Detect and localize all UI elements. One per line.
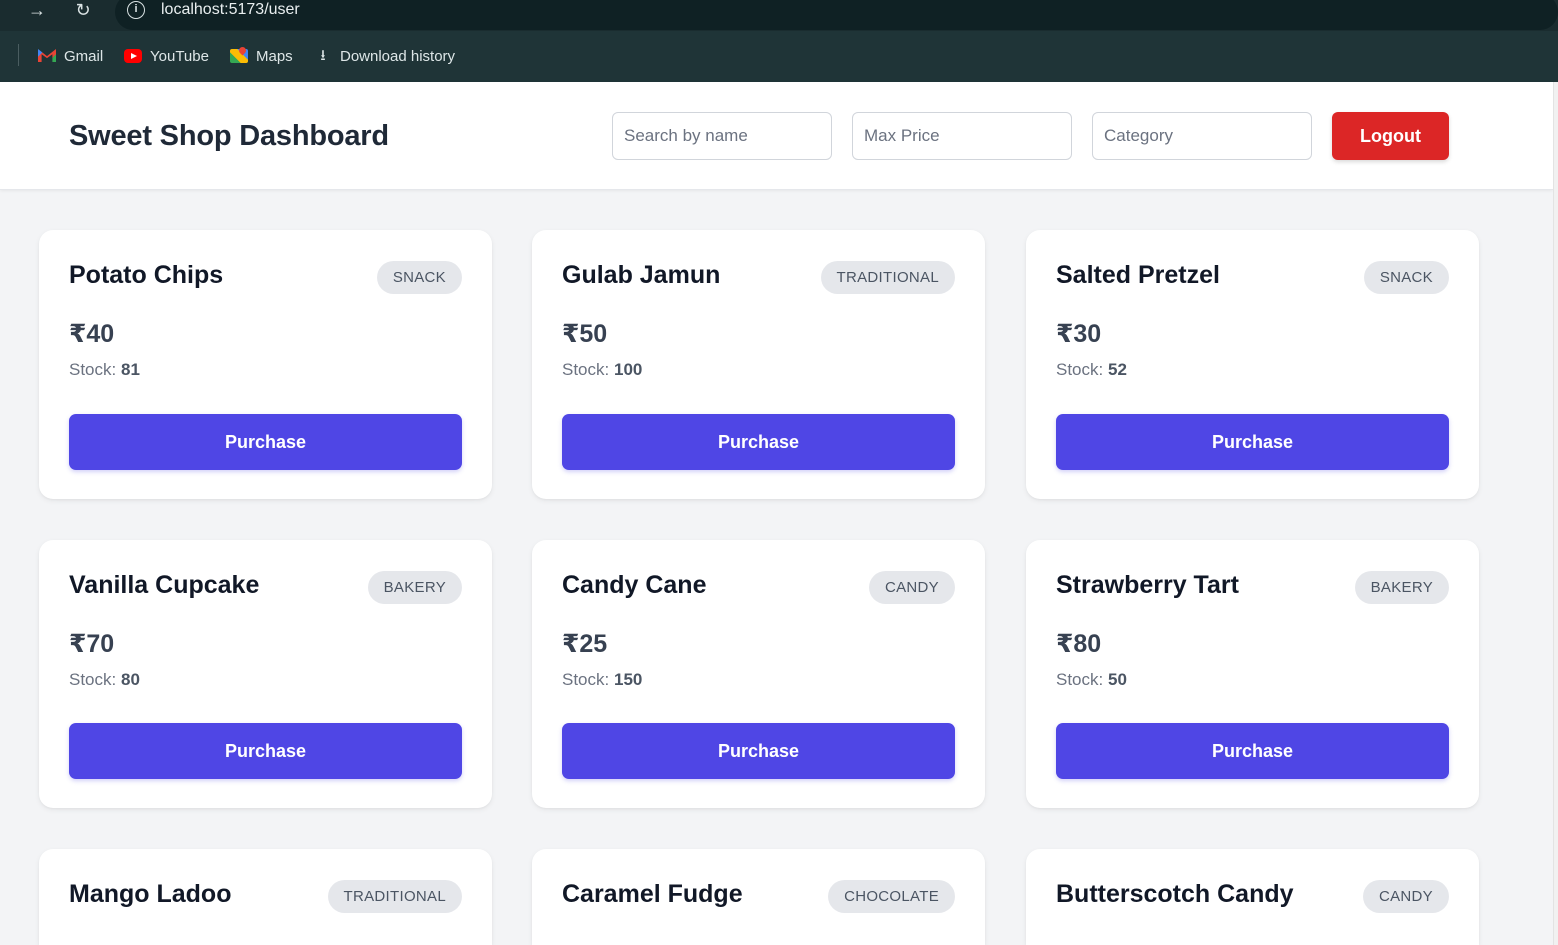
sweet-price: ₹30 [1056,320,1102,348]
sweet-name: Vanilla Cupcake [69,571,260,599]
stock-label: Stock: [1056,360,1104,379]
stock-info: Stock: 150 [562,670,642,690]
stock-label: Stock: [562,360,610,379]
sweet-name: Mango Ladoo [69,880,232,908]
maps-icon [230,49,248,63]
site-info-icon[interactable]: i [127,1,145,19]
category-badge: TRADITIONAL [327,880,462,913]
stock-label: Stock: [69,360,117,379]
sweet-name: Gulab Jamun [562,261,721,289]
bookmark-label: YouTube [150,47,209,65]
stock-count: 50 [1107,670,1127,689]
sweet-card: Mango Ladoo TRADITIONAL [39,849,492,945]
sweet-card: Vanilla Cupcake BAKERY ₹70 Stock: 80 Pur… [39,540,492,808]
sweet-card: Butterscotch Candy CANDY [1026,849,1479,945]
purchase-button[interactable]: Purchase [562,414,955,470]
url-text[interactable]: localhost:5173/user [161,1,300,19]
stock-count: 81 [120,360,140,379]
category-badge: CANDY [1362,880,1449,913]
sweet-card: Caramel Fudge CHOCOLATE [532,849,985,945]
category-input[interactable] [1092,112,1312,160]
stock-count: 52 [1107,360,1127,379]
stock-info: Stock: 81 [69,360,140,380]
bookmark-youtube[interactable]: YouTube [124,46,209,66]
sweet-card: Potato Chips SNACK ₹40 Stock: 81 Purchas… [39,230,492,499]
stock-info: Stock: 80 [69,670,140,690]
bookmark-download-history[interactable]: ⭳ Download history [314,46,455,66]
stock-count: 150 [613,670,643,689]
sweet-price: ₹70 [69,630,115,658]
sweet-price: ₹50 [562,320,608,348]
purchase-button[interactable]: Purchase [1056,414,1449,470]
app-header: Sweet Shop Dashboard Logout [0,82,1553,190]
sweet-card: Strawberry Tart BAKERY ₹80 Stock: 50 Pur… [1026,540,1479,808]
logout-button[interactable]: Logout [1332,112,1449,160]
youtube-icon [124,49,142,63]
purchase-button[interactable]: Purchase [1056,723,1449,779]
gmail-icon [38,49,56,63]
category-badge: TRADITIONAL [820,261,955,294]
bookmarks-divider [18,44,19,66]
sweet-price: ₹40 [69,320,115,348]
category-badge: BAKERY [367,571,462,604]
category-badge: CHOCOLATE [828,880,955,913]
stock-label: Stock: [562,670,610,689]
purchase-button[interactable]: Purchase [69,723,462,779]
stock-count: 100 [613,360,643,379]
stock-info: Stock: 50 [1056,670,1127,690]
purchase-button[interactable]: Purchase [69,414,462,470]
browser-chrome: → ↻ i localhost:5173/user Gmail YouTube … [0,0,1558,82]
search-input[interactable] [612,112,832,160]
sweet-name: Strawberry Tart [1056,571,1239,599]
category-badge: SNACK [376,261,462,294]
reload-icon[interactable]: ↻ [71,0,95,22]
page-title: Sweet Shop Dashboard [69,120,389,152]
browser-toolbar: → ↻ i localhost:5173/user [0,0,1558,31]
bookmark-label: Download history [340,47,456,65]
max-price-input[interactable] [852,112,1072,160]
sweet-name: Caramel Fudge [562,880,743,908]
sweet-name: Potato Chips [69,261,224,289]
bookmark-gmail[interactable]: Gmail [38,46,103,66]
stock-label: Stock: [1056,670,1104,689]
sweet-card: Candy Cane CANDY ₹25 Stock: 150 Purchase [532,540,985,808]
stock-info: Stock: 52 [1056,360,1127,380]
sweet-card: Salted Pretzel SNACK ₹30 Stock: 52 Purch… [1026,230,1479,499]
bookmark-label: Gmail [64,47,104,65]
download-icon: ⭳ [320,47,326,64]
address-bar[interactable]: i localhost:5173/user [115,0,1558,30]
stock-info: Stock: 100 [562,360,642,380]
sweet-price: ₹25 [562,630,608,658]
bookmark-label: Maps [256,47,293,65]
forward-icon[interactable]: → [25,0,49,22]
bookmark-maps[interactable]: Maps [230,46,293,66]
bookmarks-bar: Gmail YouTube Maps ⭳ Download history [0,42,1558,70]
stock-count: 80 [120,670,140,689]
category-badge: CANDY [868,571,955,604]
category-badge: SNACK [1363,261,1449,294]
sweet-card: Gulab Jamun TRADITIONAL ₹50 Stock: 100 P… [532,230,985,499]
page-scrollbar[interactable] [1553,82,1558,945]
category-badge: BAKERY [1354,571,1449,604]
sweet-name: Butterscotch Candy [1056,880,1294,908]
sweet-name: Salted Pretzel [1056,261,1220,289]
purchase-button[interactable]: Purchase [562,723,955,779]
sweet-name: Candy Cane [562,571,707,599]
sweet-price: ₹80 [1056,630,1102,658]
stock-label: Stock: [69,670,117,689]
